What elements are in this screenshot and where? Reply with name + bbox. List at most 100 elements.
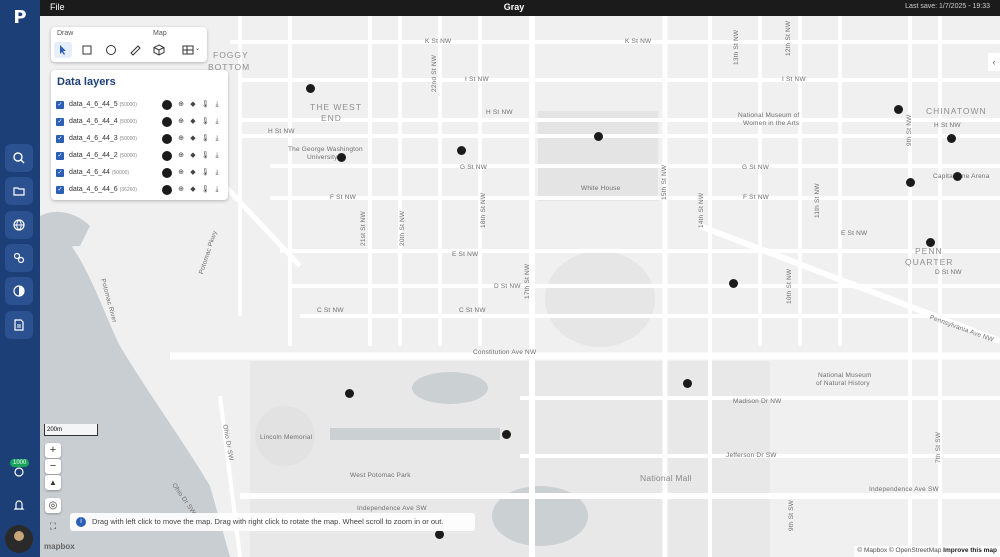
mapbox-logo[interactable]: mapbox bbox=[44, 542, 75, 551]
bell-icon[interactable] bbox=[5, 491, 33, 519]
label-gst2: G St NW bbox=[742, 164, 770, 171]
layout-grid-icon[interactable]: ⌄ bbox=[174, 42, 202, 58]
data-point[interactable] bbox=[683, 379, 692, 388]
label-s11: 11th St NW bbox=[814, 183, 821, 218]
shapes-icon[interactable]: ◆ bbox=[189, 169, 197, 177]
ruler-tool-icon[interactable] bbox=[126, 42, 144, 58]
draw-group-label: Draw bbox=[57, 30, 74, 37]
zoom-out-button[interactable]: − bbox=[45, 459, 61, 474]
data-point[interactable] bbox=[306, 84, 315, 93]
avatar[interactable] bbox=[5, 525, 33, 553]
layer-row[interactable]: ✓ data_4_6_44_3 (50000) ⊕ ◆ 🌡︎ ⤓ bbox=[56, 132, 222, 146]
label-chinatown: CHINATOWN bbox=[926, 106, 987, 116]
download-icon[interactable]: ⤓ bbox=[213, 169, 221, 177]
data-point[interactable] bbox=[947, 134, 956, 143]
label-hst3: H St NW bbox=[934, 122, 961, 129]
map-attribution: © Mapbox © OpenStreetMap Improve this ma… bbox=[854, 546, 1000, 557]
chevron-left-icon[interactable]: ‹ bbox=[988, 53, 1000, 71]
thermometer-icon[interactable]: 🌡︎ bbox=[201, 118, 210, 126]
cube-3d-icon[interactable] bbox=[150, 42, 168, 58]
target-icon[interactable]: ⊕ bbox=[177, 135, 185, 143]
zoom-in-button[interactable]: + bbox=[45, 443, 61, 458]
shapes-icon[interactable]: ◆ bbox=[189, 152, 197, 160]
globe-icon[interactable] bbox=[5, 211, 33, 239]
checkbox[interactable]: ✓ bbox=[56, 169, 64, 177]
download-icon[interactable]: ⤓ bbox=[213, 101, 221, 109]
checkbox[interactable]: ✓ bbox=[56, 118, 64, 126]
checkbox[interactable]: ✓ bbox=[56, 186, 64, 194]
label-indep1: Independence Ave SW bbox=[357, 505, 427, 512]
layer-color-swatch[interactable] bbox=[162, 117, 172, 127]
thermometer-icon[interactable]: 🌡︎ bbox=[201, 169, 210, 177]
attribution-text[interactable]: © Mapbox © OpenStreetMap bbox=[857, 547, 941, 554]
target-icon[interactable]: ⊕ bbox=[177, 101, 185, 109]
fullscreen-icon[interactable]: ⛶ bbox=[45, 519, 61, 534]
link-icon[interactable] bbox=[5, 244, 33, 272]
label-dst1: D St NW bbox=[494, 283, 521, 290]
compass-icon[interactable]: ▲ bbox=[45, 475, 61, 490]
download-icon[interactable]: ⤓ bbox=[213, 135, 221, 143]
page-title[interactable]: Gray bbox=[40, 2, 988, 12]
data-point[interactable] bbox=[926, 238, 935, 247]
target-icon[interactable]: ⊕ bbox=[177, 118, 185, 126]
layer-name: data_4_6_44_2 (50000) bbox=[69, 152, 137, 159]
thermometer-icon[interactable]: 🌡︎ bbox=[201, 101, 210, 109]
thermometer-icon[interactable]: 🌡︎ bbox=[201, 152, 210, 160]
data-point[interactable] bbox=[502, 430, 511, 439]
layer-row[interactable]: ✓ data_4_6_44 (50000) ⊕ ◆ 🌡︎ ⤓ bbox=[56, 166, 222, 180]
label-ist2: I St NW bbox=[782, 76, 806, 83]
layer-row[interactable]: ✓ data_4_6_44_2 (50000) ⊕ ◆ 🌡︎ ⤓ bbox=[56, 149, 222, 163]
checkbox[interactable]: ✓ bbox=[56, 152, 64, 160]
thermometer-icon[interactable]: 🌡︎ bbox=[201, 135, 210, 143]
app-logo[interactable]: P bbox=[8, 6, 32, 30]
label-indep2: Independence Ave SW bbox=[869, 486, 939, 493]
data-point[interactable] bbox=[345, 389, 354, 398]
layer-row[interactable]: ✓ data_4_6_44_6 (36260) ⊕ ◆ 🌡︎ ⤓ bbox=[56, 183, 222, 197]
checkbox[interactable]: ✓ bbox=[56, 101, 64, 109]
data-point[interactable] bbox=[337, 153, 346, 162]
draw-map-toolbar: Draw Map ⌄ bbox=[51, 27, 207, 62]
pointer-tool-icon[interactable] bbox=[54, 42, 72, 58]
data-point[interactable] bbox=[594, 132, 603, 141]
document-icon[interactable] bbox=[5, 311, 33, 339]
target-icon[interactable]: ⊕ bbox=[177, 152, 185, 160]
data-point[interactable] bbox=[953, 172, 962, 181]
download-icon[interactable]: ⤓ bbox=[213, 152, 221, 160]
label-quarter: QUARTER bbox=[905, 257, 954, 267]
improve-map-link[interactable]: Improve this map bbox=[943, 547, 997, 554]
rectangle-tool-icon[interactable] bbox=[78, 42, 96, 58]
label-gst1: G St NW bbox=[460, 164, 488, 171]
data-point[interactable] bbox=[457, 146, 466, 155]
layer-color-swatch[interactable] bbox=[162, 134, 172, 144]
data-point[interactable] bbox=[894, 105, 903, 114]
data-point[interactable] bbox=[729, 279, 738, 288]
shapes-icon[interactable]: ◆ bbox=[189, 186, 197, 194]
locate-icon[interactable]: ◎ bbox=[45, 498, 61, 513]
search-icon[interactable] bbox=[5, 144, 33, 172]
data-point[interactable] bbox=[435, 530, 444, 539]
layer-color-swatch[interactable] bbox=[162, 168, 172, 178]
circle-tool-icon[interactable] bbox=[102, 42, 120, 58]
shapes-icon[interactable]: ◆ bbox=[189, 118, 197, 126]
label-national-mall: National Mall bbox=[640, 473, 692, 483]
folder-icon[interactable] bbox=[5, 177, 33, 205]
download-icon[interactable]: ⤓ bbox=[213, 118, 221, 126]
shapes-icon[interactable]: ◆ bbox=[189, 135, 197, 143]
target-icon[interactable]: ⊕ bbox=[177, 186, 185, 194]
download-icon[interactable]: ⤓ bbox=[213, 186, 221, 194]
label-penn: PENN bbox=[915, 246, 943, 256]
shapes-icon[interactable]: ◆ bbox=[189, 101, 197, 109]
layer-color-swatch[interactable] bbox=[162, 151, 172, 161]
layer-color-swatch[interactable] bbox=[162, 100, 172, 110]
thermometer-icon[interactable]: 🌡︎ bbox=[201, 186, 210, 194]
data-point[interactable] bbox=[906, 178, 915, 187]
last-save-status: Last save: 1/7/2025 - 19:33 bbox=[905, 3, 990, 10]
contrast-icon[interactable] bbox=[5, 277, 33, 305]
checkbox[interactable]: ✓ bbox=[56, 135, 64, 143]
layer-color-swatch[interactable] bbox=[162, 185, 172, 195]
target-icon[interactable]: ⊕ bbox=[177, 169, 185, 177]
label-foggy: FOGGY bbox=[213, 50, 249, 60]
label-fst2: F St NW bbox=[743, 194, 769, 201]
layer-row[interactable]: ✓ data_4_6_44_4 (50000) ⊕ ◆ 🌡︎ ⤓ bbox=[56, 115, 222, 129]
layer-row[interactable]: ✓ data_4_6_44_5 (50000) ⊕ ◆ 🌡︎ ⤓ bbox=[56, 98, 222, 112]
